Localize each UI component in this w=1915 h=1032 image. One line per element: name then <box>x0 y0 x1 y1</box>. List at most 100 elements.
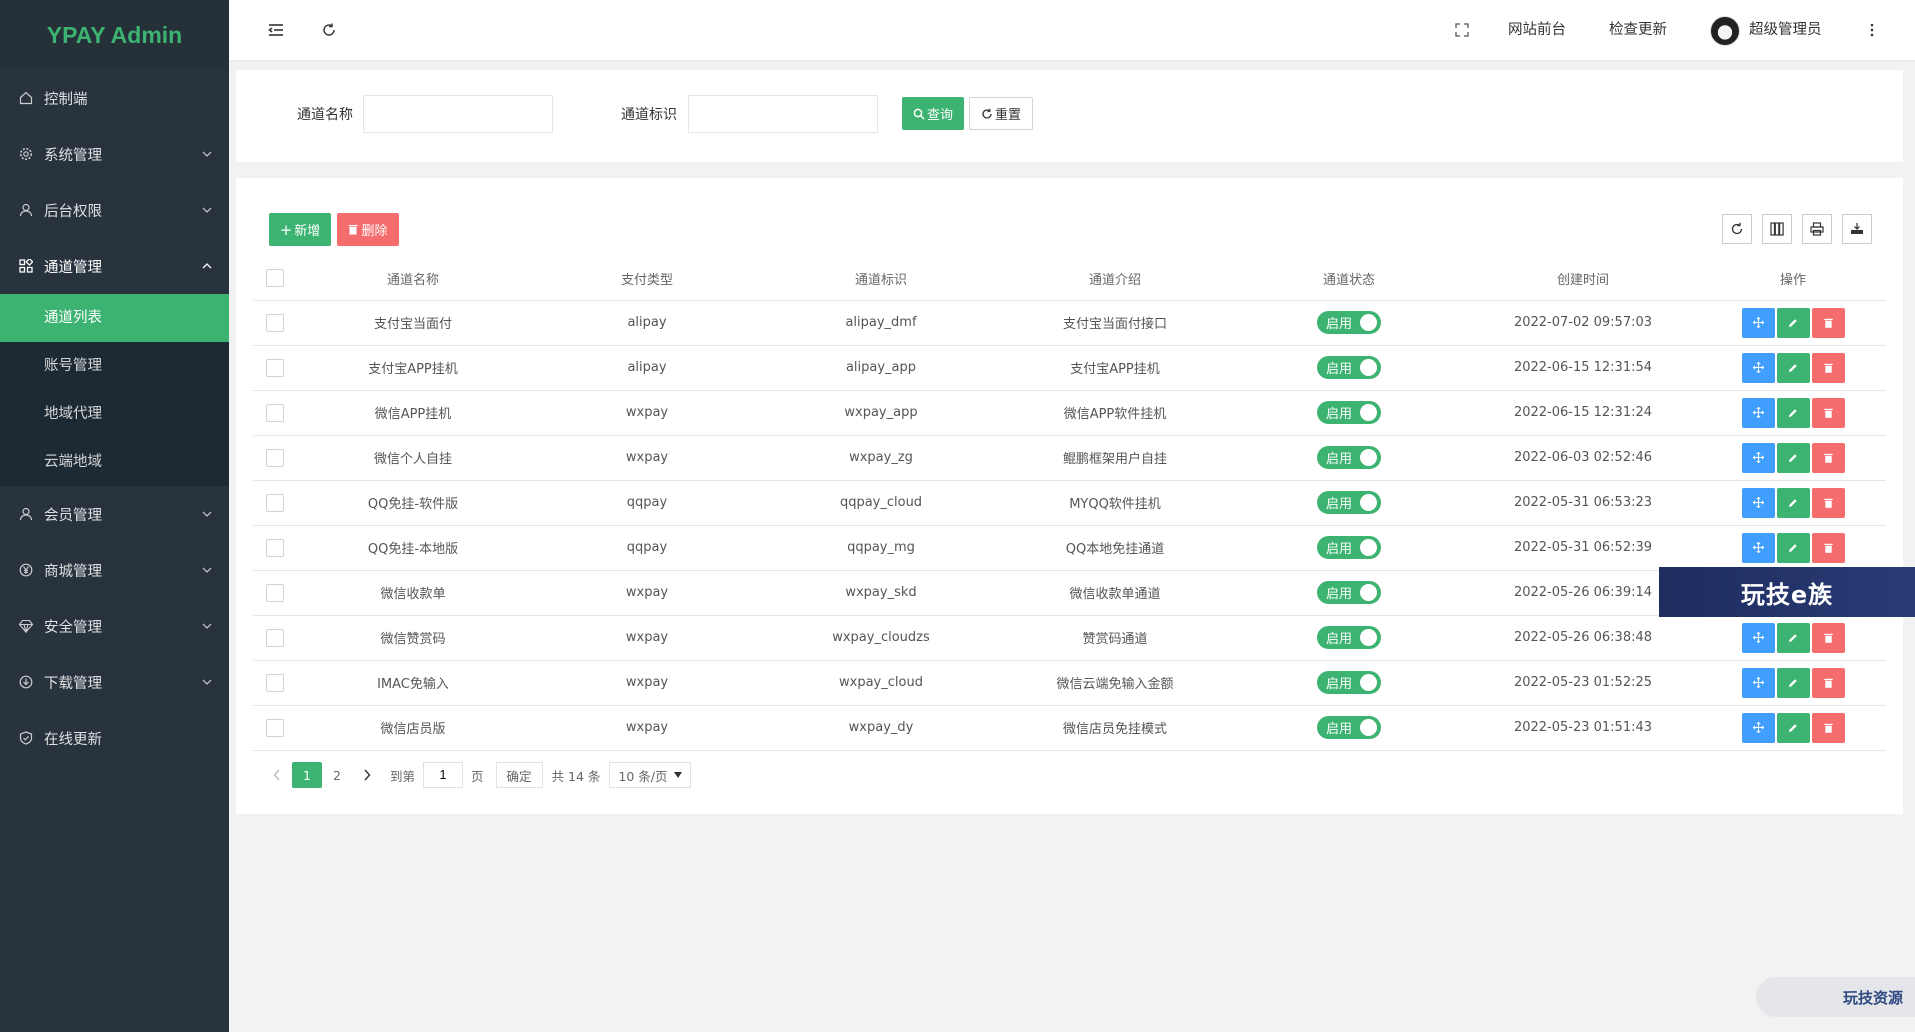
row-checkbox[interactable] <box>265 358 284 377</box>
table-refresh-icon[interactable] <box>1722 214 1752 244</box>
columns-icon[interactable] <box>1762 214 1792 244</box>
edit-icon[interactable] <box>1776 712 1810 743</box>
search-panel: 通道名称 通道标识 查询 重置 <box>236 70 1903 162</box>
trash-icon[interactable] <box>1811 532 1845 563</box>
toggle-knob <box>1360 404 1377 421</box>
status-toggle[interactable]: 启用 <box>1317 581 1381 604</box>
sidebar-subitem-0[interactable]: 通道列表 <box>0 294 229 342</box>
next-page-icon[interactable] <box>352 762 382 788</box>
sidebar-subitem-3[interactable]: 云端地域 <box>0 438 229 486</box>
goto-page-input[interactable] <box>423 762 464 788</box>
sidebar-subitem-2[interactable]: 地域代理 <box>0 390 229 438</box>
trash-icon[interactable] <box>1811 487 1845 518</box>
trash-icon[interactable] <box>1811 712 1845 743</box>
pay-type-cell: alipay <box>530 300 764 346</box>
refresh-icon[interactable] <box>318 19 340 41</box>
trash-icon[interactable] <box>1811 667 1845 698</box>
move-icon[interactable] <box>1741 712 1775 743</box>
row-actions <box>1700 345 1886 391</box>
watermark-corner: 玩技资源 <box>1756 977 1915 1017</box>
status-toggle[interactable]: 启用 <box>1317 491 1381 514</box>
row-checkbox[interactable] <box>265 718 284 737</box>
sidebar-item-7[interactable]: 下载管理 <box>0 654 229 710</box>
print-icon[interactable] <box>1802 214 1832 244</box>
move-icon[interactable] <box>1741 667 1775 698</box>
reset-button[interactable]: 重置 <box>969 97 1033 130</box>
trash-icon[interactable] <box>1811 307 1845 338</box>
goto-confirm-button[interactable]: 确定 <box>495 762 543 788</box>
page-button-2[interactable]: 2 <box>322 762 352 788</box>
edit-icon[interactable] <box>1776 532 1810 563</box>
row-checkbox[interactable] <box>265 673 284 692</box>
status-toggle[interactable]: 启用 <box>1317 446 1381 469</box>
table-row: QQ免挂-软件版 qqpay qqpay_cloud MYQQ软件挂机 启用 2022-0… <box>253 480 1886 526</box>
status-toggle[interactable]: 启用 <box>1317 536 1381 559</box>
status-toggle[interactable]: 启用 <box>1317 311 1381 334</box>
edit-icon[interactable] <box>1776 442 1810 473</box>
move-icon[interactable] <box>1741 622 1775 653</box>
trash-icon[interactable] <box>1811 622 1845 653</box>
status-toggle[interactable]: 启用 <box>1317 671 1381 694</box>
status-toggle[interactable]: 启用 <box>1317 716 1381 739</box>
status-toggle[interactable]: 启用 <box>1317 356 1381 379</box>
fullscreen-icon[interactable] <box>1451 19 1473 41</box>
channel-name-cell: 微信收款单 <box>296 570 530 616</box>
sidebar-item-0[interactable]: 控制端 <box>0 70 229 126</box>
edit-icon[interactable] <box>1776 622 1810 653</box>
trash-icon[interactable] <box>1811 442 1845 473</box>
sidebar-item-4[interactable]: 会员管理 <box>0 486 229 542</box>
export-icon[interactable] <box>1842 214 1872 244</box>
row-checkbox[interactable] <box>265 583 284 602</box>
move-icon[interactable] <box>1741 442 1775 473</box>
page-button-1[interactable]: 1 <box>292 762 322 788</box>
edit-icon[interactable] <box>1776 487 1810 518</box>
edit-icon[interactable] <box>1776 307 1810 338</box>
frontend-link[interactable]: 网站前台 <box>1508 0 1566 60</box>
select-all-checkbox[interactable] <box>265 269 284 288</box>
sidebar-item-3[interactable]: 通道管理 <box>0 238 229 294</box>
row-checkbox[interactable] <box>265 538 284 557</box>
sidebar-item-6[interactable]: 安全管理 <box>0 598 229 654</box>
row-checkbox[interactable] <box>265 493 284 512</box>
sidebar-item-1[interactable]: 系统管理 <box>0 126 229 182</box>
channel-name-cell: 微信APP挂机 <box>296 390 530 436</box>
edit-icon[interactable] <box>1776 352 1810 383</box>
channel-name-input[interactable] <box>363 95 553 133</box>
channel-id-input[interactable] <box>688 95 878 133</box>
edit-icon[interactable] <box>1776 397 1810 428</box>
prev-page-icon[interactable] <box>262 762 292 788</box>
status-toggle[interactable]: 启用 <box>1317 626 1381 649</box>
edit-icon[interactable] <box>1776 667 1810 698</box>
user-name[interactable]: 超级管理员 <box>1749 0 1822 60</box>
move-icon[interactable] <box>1741 532 1775 563</box>
avatar[interactable] <box>1710 16 1740 46</box>
more-vertical-icon[interactable] <box>1861 19 1883 41</box>
delete-button[interactable]: 删除 <box>337 213 399 246</box>
sidebar-item-2[interactable]: 后台权限 <box>0 182 229 238</box>
channel-desc-cell: 鲲鹏框架用户自挂 <box>998 435 1232 481</box>
channel-desc-cell: 支付宝当面付接口 <box>998 300 1232 346</box>
move-icon[interactable] <box>1741 397 1775 428</box>
menu-toggle-icon[interactable] <box>265 19 287 41</box>
row-checkbox[interactable] <box>265 448 284 467</box>
move-icon[interactable] <box>1741 307 1775 338</box>
user-icon <box>17 505 35 523</box>
row-checkbox[interactable] <box>265 313 284 332</box>
status-label: 启用 <box>1326 542 1353 557</box>
move-icon[interactable] <box>1741 487 1775 518</box>
query-button[interactable]: 查询 <box>902 97 964 130</box>
status-toggle[interactable]: 启用 <box>1317 401 1381 424</box>
sidebar-item-8[interactable]: 在线更新 <box>0 710 229 766</box>
trash-icon[interactable] <box>1811 352 1845 383</box>
trash-icon[interactable] <box>1811 397 1845 428</box>
row-checkbox[interactable] <box>265 628 284 647</box>
sidebar-item-label: 后台权限 <box>44 203 102 220</box>
add-button[interactable]: + 新增 <box>269 213 331 246</box>
row-checkbox[interactable] <box>265 403 284 422</box>
check-update-link[interactable]: 检查更新 <box>1609 0 1667 60</box>
toggle-knob <box>1360 539 1377 556</box>
sidebar-item-5[interactable]: 商城管理 <box>0 542 229 598</box>
move-icon[interactable] <box>1741 352 1775 383</box>
sidebar-subitem-1[interactable]: 账号管理 <box>0 342 229 390</box>
page-size-select[interactable]: 10 条/页 <box>609 762 691 788</box>
